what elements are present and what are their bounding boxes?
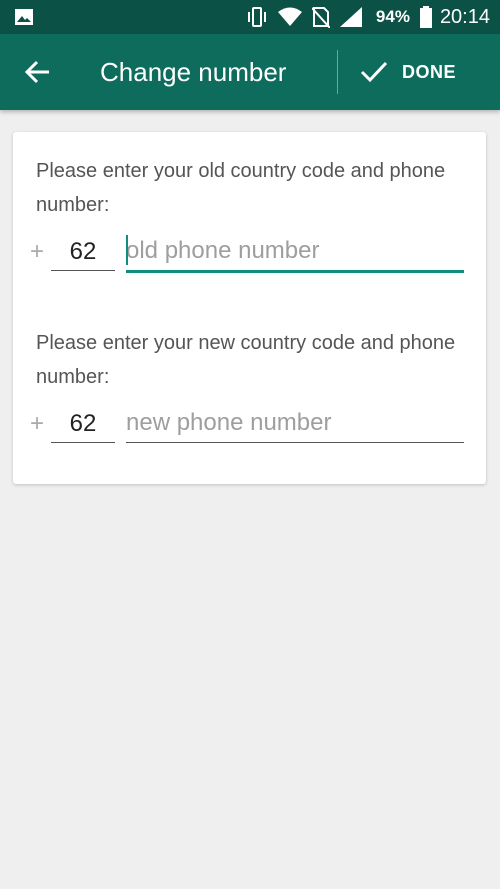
app-bar-divider: [337, 50, 338, 94]
old-plus-sign: +: [30, 238, 45, 265]
back-arrow-icon[interactable]: [22, 56, 54, 88]
old-country-code-input[interactable]: 62: [51, 234, 115, 271]
new-phone-number-input[interactable]: new phone number: [126, 404, 464, 443]
battery-icon: [419, 6, 432, 28]
wifi-icon: [277, 7, 302, 26]
app-bar: Change number DONE: [0, 34, 500, 110]
new-country-code-input[interactable]: 62: [51, 406, 115, 443]
done-label: DONE: [402, 61, 457, 82]
page-title: Change number: [100, 57, 287, 87]
status-bar: 94% 20:14: [0, 0, 500, 34]
signal-icon: [339, 7, 362, 27]
text-caret: [126, 235, 128, 265]
new-plus-sign: +: [30, 410, 45, 437]
clock: 20:14: [439, 5, 490, 28]
old-number-prompt: Please enter your old country code and p…: [36, 160, 446, 216]
battery-percent: 94%: [375, 7, 410, 26]
vibrate-icon: [247, 7, 266, 27]
gallery-icon: [15, 9, 33, 25]
new-number-prompt: Please enter your new country code and p…: [36, 332, 456, 388]
old-phone-number-input[interactable]: old phone number: [126, 232, 464, 273]
done-button[interactable]: DONE: [360, 54, 456, 90]
new-phone-placeholder: new phone number: [126, 409, 332, 436]
change-number-card: Please enter your old country code and p…: [13, 132, 486, 484]
old-phone-placeholder: old phone number: [126, 237, 320, 264]
no-sim-icon: [311, 7, 330, 28]
checkmark-icon: [360, 61, 388, 83]
